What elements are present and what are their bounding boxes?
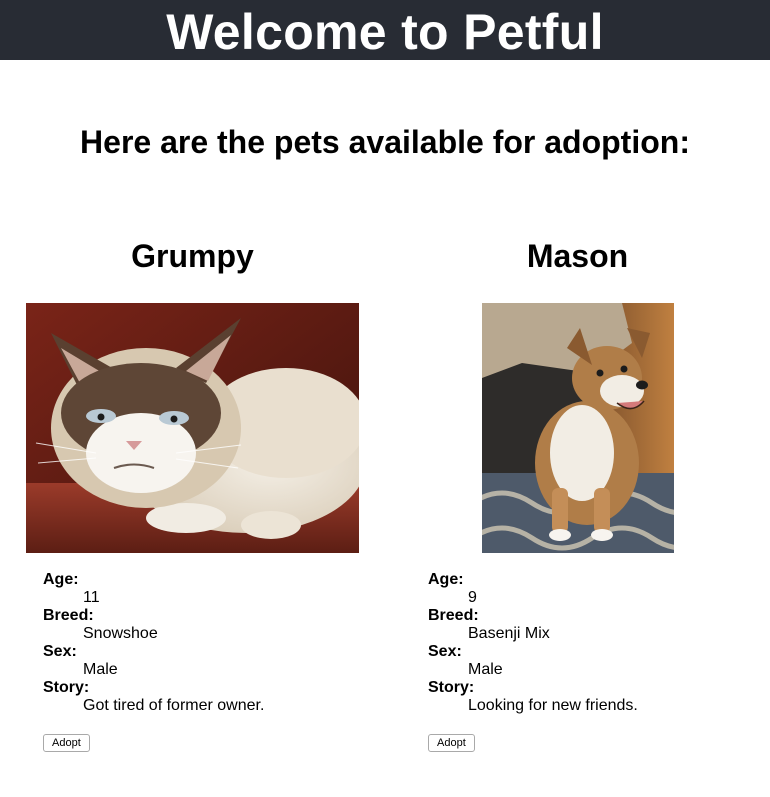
adopt-button[interactable]: Adopt [428, 734, 475, 752]
sex-value: Male [468, 661, 503, 678]
age-value: 9 [468, 589, 477, 606]
story-value: Got tired of former owner. [83, 697, 265, 714]
pet-details: Age: 9 Breed: Basenji Mix Sex: Male Stor… [428, 571, 638, 715]
breed-value: Snowshoe [83, 625, 158, 642]
adopt-button[interactable]: Adopt [43, 734, 90, 752]
age-value: 11 [83, 589, 100, 606]
breed-label: Breed: [428, 607, 479, 624]
sex-value: Male [83, 661, 118, 678]
breed-label: Breed: [43, 607, 94, 624]
pet-name: Mason [526, 238, 629, 274]
story-label: Story: [43, 679, 90, 696]
age-label: Age: [428, 571, 464, 588]
grumpy-cat-photo [26, 303, 359, 553]
pet-details: Age: 11 Breed: Snowshoe Sex: Male Story:… [43, 571, 264, 715]
sex-label: Sex: [43, 643, 77, 660]
sex-label: Sex: [428, 643, 462, 660]
story-label: Story: [428, 679, 475, 696]
breed-value: Basenji Mix [468, 625, 550, 642]
pet-card-mason: Mason Age: 9 Breed: Basenji Mix Sex: Mal… [385, 0, 770, 797]
story-value: Looking for new friends. [468, 697, 638, 714]
age-label: Age: [43, 571, 79, 588]
mason-dog-photo [482, 303, 674, 553]
pet-name: Grumpy [131, 238, 254, 274]
pet-card-grumpy: Grumpy Age: 11 Breed: Snowshoe Sex: Male… [0, 0, 385, 797]
